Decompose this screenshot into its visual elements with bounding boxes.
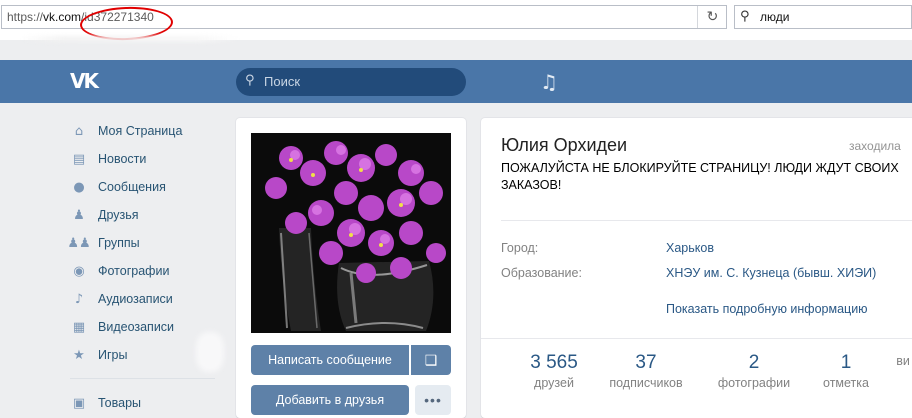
gift-button[interactable]: ❑ <box>411 345 451 375</box>
counter-photos[interactable]: 2 фотографии <box>704 352 804 390</box>
site-header: VK ⚲ Поиск ♫ <box>0 60 912 103</box>
menu-item-label: Товары <box>98 396 141 410</box>
counter-followers[interactable]: 37 подписчиков <box>596 352 696 390</box>
menu-item-label: Игры <box>98 348 128 362</box>
counter-label: отметка <box>823 376 869 390</box>
search-icon: ⚲ <box>740 9 750 24</box>
music-note-icon: ♪ <box>74 291 84 307</box>
education-link[interactable]: ХНЭУ им. С. Кузнеца (бывш. ХИЭИ) <box>666 266 876 280</box>
city-link[interactable]: Харьков <box>666 241 714 255</box>
film-icon: ▦ <box>72 319 86 335</box>
menu-item-photos[interactable]: ◉ Фотографии <box>70 260 220 282</box>
send-message-button[interactable]: Написать сообщение <box>251 345 409 375</box>
menu-item-audio[interactable]: ♪ Аудиозаписи <box>70 288 220 310</box>
friends-icon: ♟ <box>73 207 85 223</box>
more-actions-button[interactable]: ••• <box>415 385 451 415</box>
education-label: Образование: <box>501 266 582 280</box>
redacted-blur <box>196 332 224 372</box>
counter-value: 2 <box>748 352 760 373</box>
redacted-blur <box>20 36 240 42</box>
menu-item-messages[interactable]: ● Сообщения <box>70 176 220 198</box>
menu-item-label: Друзья <box>98 208 139 222</box>
browser-search-field[interactable]: ⚲ люди <box>734 5 912 29</box>
menu-item-label: Новости <box>98 152 147 166</box>
menu-item-video[interactable]: ▦ Видеозаписи <box>70 316 220 338</box>
music-player-icon[interactable]: ♫ <box>540 70 558 94</box>
counter-videos[interactable]: ви <box>853 352 912 368</box>
menu-item-label: Моя Страница <box>98 124 183 138</box>
add-friend-button[interactable]: Добавить в друзья <box>251 385 409 415</box>
vk-logo[interactable]: VK <box>70 69 99 93</box>
home-icon: ⌂ <box>74 123 84 139</box>
menu-item-my-page[interactable]: ⌂ Моя Страница <box>70 120 220 142</box>
address-bar[interactable]: https://vk.com/id372271340 ↻ <box>1 5 727 42</box>
profile-photo-card: Написать сообщение ❑ Добавить в друзья •… <box>236 118 466 418</box>
menu-item-label: Аудиозаписи <box>98 292 173 306</box>
messages-icon: ● <box>73 179 85 195</box>
search-icon: ⚲ <box>245 73 255 88</box>
show-more-info-link[interactable]: Показать подробную информацию <box>666 302 868 316</box>
profile-status-text: ПОЖАЛУЙСТА НЕ БЛОКИРУЙТЕ СТРАНИЦУ! ЛЮДИ … <box>501 161 899 192</box>
menu-item-friends[interactable]: ♟ Друзья <box>70 204 220 226</box>
menu-item-goods[interactable]: ▣ Товары <box>70 392 220 414</box>
camera-icon: ◉ <box>73 263 85 279</box>
url-prefix: https:// <box>7 10 44 24</box>
site-search-input[interactable]: ⚲ Поиск <box>236 68 466 96</box>
browser-toolbar: https://vk.com/id372271340 ↻ ⚲ люди <box>0 0 912 42</box>
gamepad-icon: ★ <box>73 347 85 363</box>
counter-label: фотографии <box>717 376 791 390</box>
menu-item-label: Сообщения <box>98 180 166 194</box>
counter-value: 3 565 <box>530 352 578 373</box>
divider <box>501 220 912 221</box>
profile-name: Юлия Орхидеи <box>501 135 628 155</box>
online-status: заходила <box>849 139 901 153</box>
orchid-photo <box>251 133 451 333</box>
menu-item-groups[interactable]: ♟♟ Группы <box>67 232 220 254</box>
city-label: Город: <box>501 241 539 255</box>
profile-info-card: Юлия Орхидеи заходила ПОЖАЛУЙСТА НЕ БЛОК… <box>481 118 912 418</box>
reload-icon[interactable]: ↻ <box>697 6 727 28</box>
news-icon: ▤ <box>72 151 86 167</box>
site-search-placeholder: Поиск <box>264 74 301 89</box>
menu-divider <box>70 378 215 379</box>
url-domain: vk.com <box>43 10 82 24</box>
browser-search-query: люди <box>760 10 790 24</box>
counter-label: ви <box>896 354 910 368</box>
menu-item-label: Видеозаписи <box>98 320 175 334</box>
gift-icon: ❑ <box>424 351 438 368</box>
bag-icon: ▣ <box>72 395 86 411</box>
menu-item-news[interactable]: ▤ Новости <box>70 148 220 170</box>
counter-label: друзей <box>534 376 574 390</box>
counter-value: 37 <box>635 352 657 373</box>
groups-icon: ♟♟ <box>67 235 91 251</box>
counter-label: подписчиков <box>609 376 683 390</box>
profile-avatar[interactable] <box>251 133 451 333</box>
menu-item-label: Группы <box>98 236 140 250</box>
counter-friends[interactable]: 3 565 друзей <box>504 352 604 390</box>
divider <box>481 338 912 339</box>
menu-item-label: Фотографии <box>98 264 170 278</box>
